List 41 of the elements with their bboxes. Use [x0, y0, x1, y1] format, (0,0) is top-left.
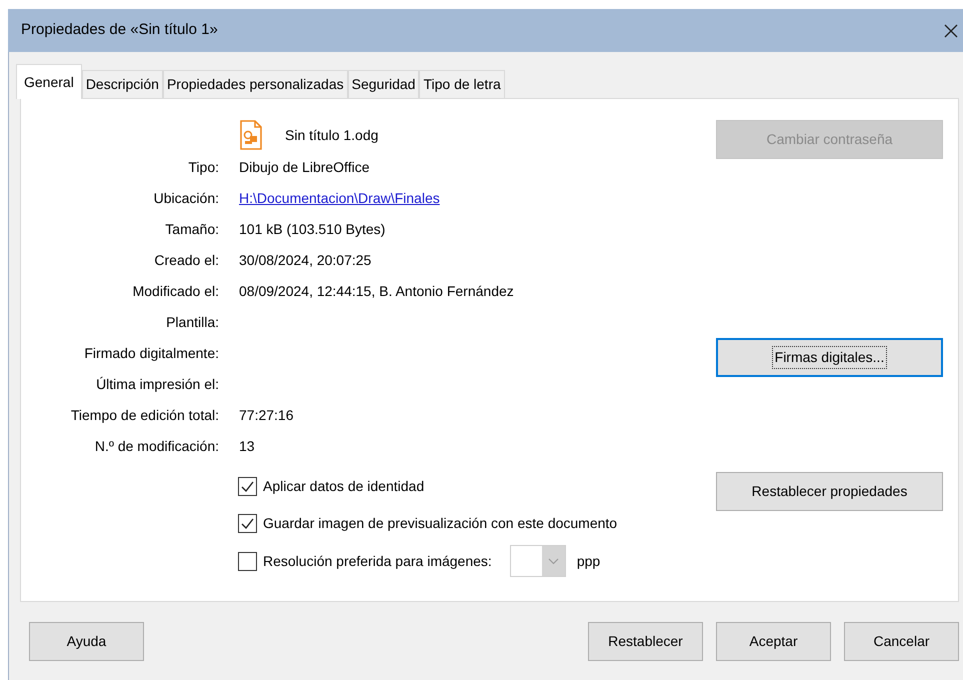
field-label: N.º de modificación:: [94, 437, 219, 456]
field-label: Tipo:: [187, 158, 219, 177]
checkbox[interactable]: [238, 552, 257, 570]
close-icon[interactable]: [943, 22, 959, 38]
button: Cambiar contraseña: [716, 120, 943, 159]
field-label: Ubicación:: [152, 189, 219, 208]
file-name: Sin título 1.odg: [285, 126, 378, 145]
field-value: 13: [239, 437, 255, 456]
field-label: Tiempo de edición total:: [70, 406, 219, 425]
field-label: Última impresión el:: [95, 375, 219, 394]
field-value: 77:27:16: [239, 406, 294, 425]
chevron-down-icon: [548, 558, 559, 564]
field-value: 101 kB (103.510 Bytes): [239, 220, 386, 239]
button[interactable]: Ayuda: [29, 622, 144, 660]
field-label: Firmado digitalmente:: [83, 344, 219, 363]
field-label: Modificado el:: [132, 282, 219, 301]
tab[interactable]: Tipo de letra: [419, 70, 505, 98]
button[interactable]: Cancelar: [844, 622, 959, 660]
unit-label: ppp: [576, 552, 600, 571]
field-label: Plantilla:: [165, 313, 219, 332]
tab[interactable]: General: [16, 64, 82, 99]
field-value: Dibujo de LibreOffice: [239, 158, 370, 177]
tab[interactable]: Seguridad: [348, 70, 420, 98]
field-label: Creado el:: [153, 251, 219, 270]
button[interactable]: Restablecer propiedades: [716, 472, 943, 511]
tab[interactable]: Descripción: [82, 70, 163, 98]
checkbox-label: Aplicar datos de identidad: [263, 476, 424, 496]
button[interactable]: Firmas digitales...: [716, 338, 943, 377]
location-link[interactable]: H:\Documentacion\Draw\Finales: [239, 188, 440, 209]
button[interactable]: Aceptar: [716, 622, 831, 660]
drawing-file-icon: [239, 120, 263, 150]
field-label: Tamaño:: [164, 220, 219, 239]
tab[interactable]: Propiedades personalizadas: [162, 70, 348, 98]
field-value: 30/08/2024, 20:07:25: [239, 251, 372, 270]
checkbox-label: Resolución preferida para imágenes:: [263, 552, 492, 571]
field-value: 08/09/2024, 12:44:15, B. Antonio Fernández: [239, 282, 514, 301]
button[interactable]: Restablecer: [588, 622, 703, 660]
checkbox[interactable]: [238, 476, 257, 496]
checkbox-label: Guardar imagen de previsualización con este documento: [263, 514, 618, 533]
checkbox[interactable]: [238, 514, 257, 532]
window-title: Propiedades de «Sin título 1»: [21, 20, 218, 40]
